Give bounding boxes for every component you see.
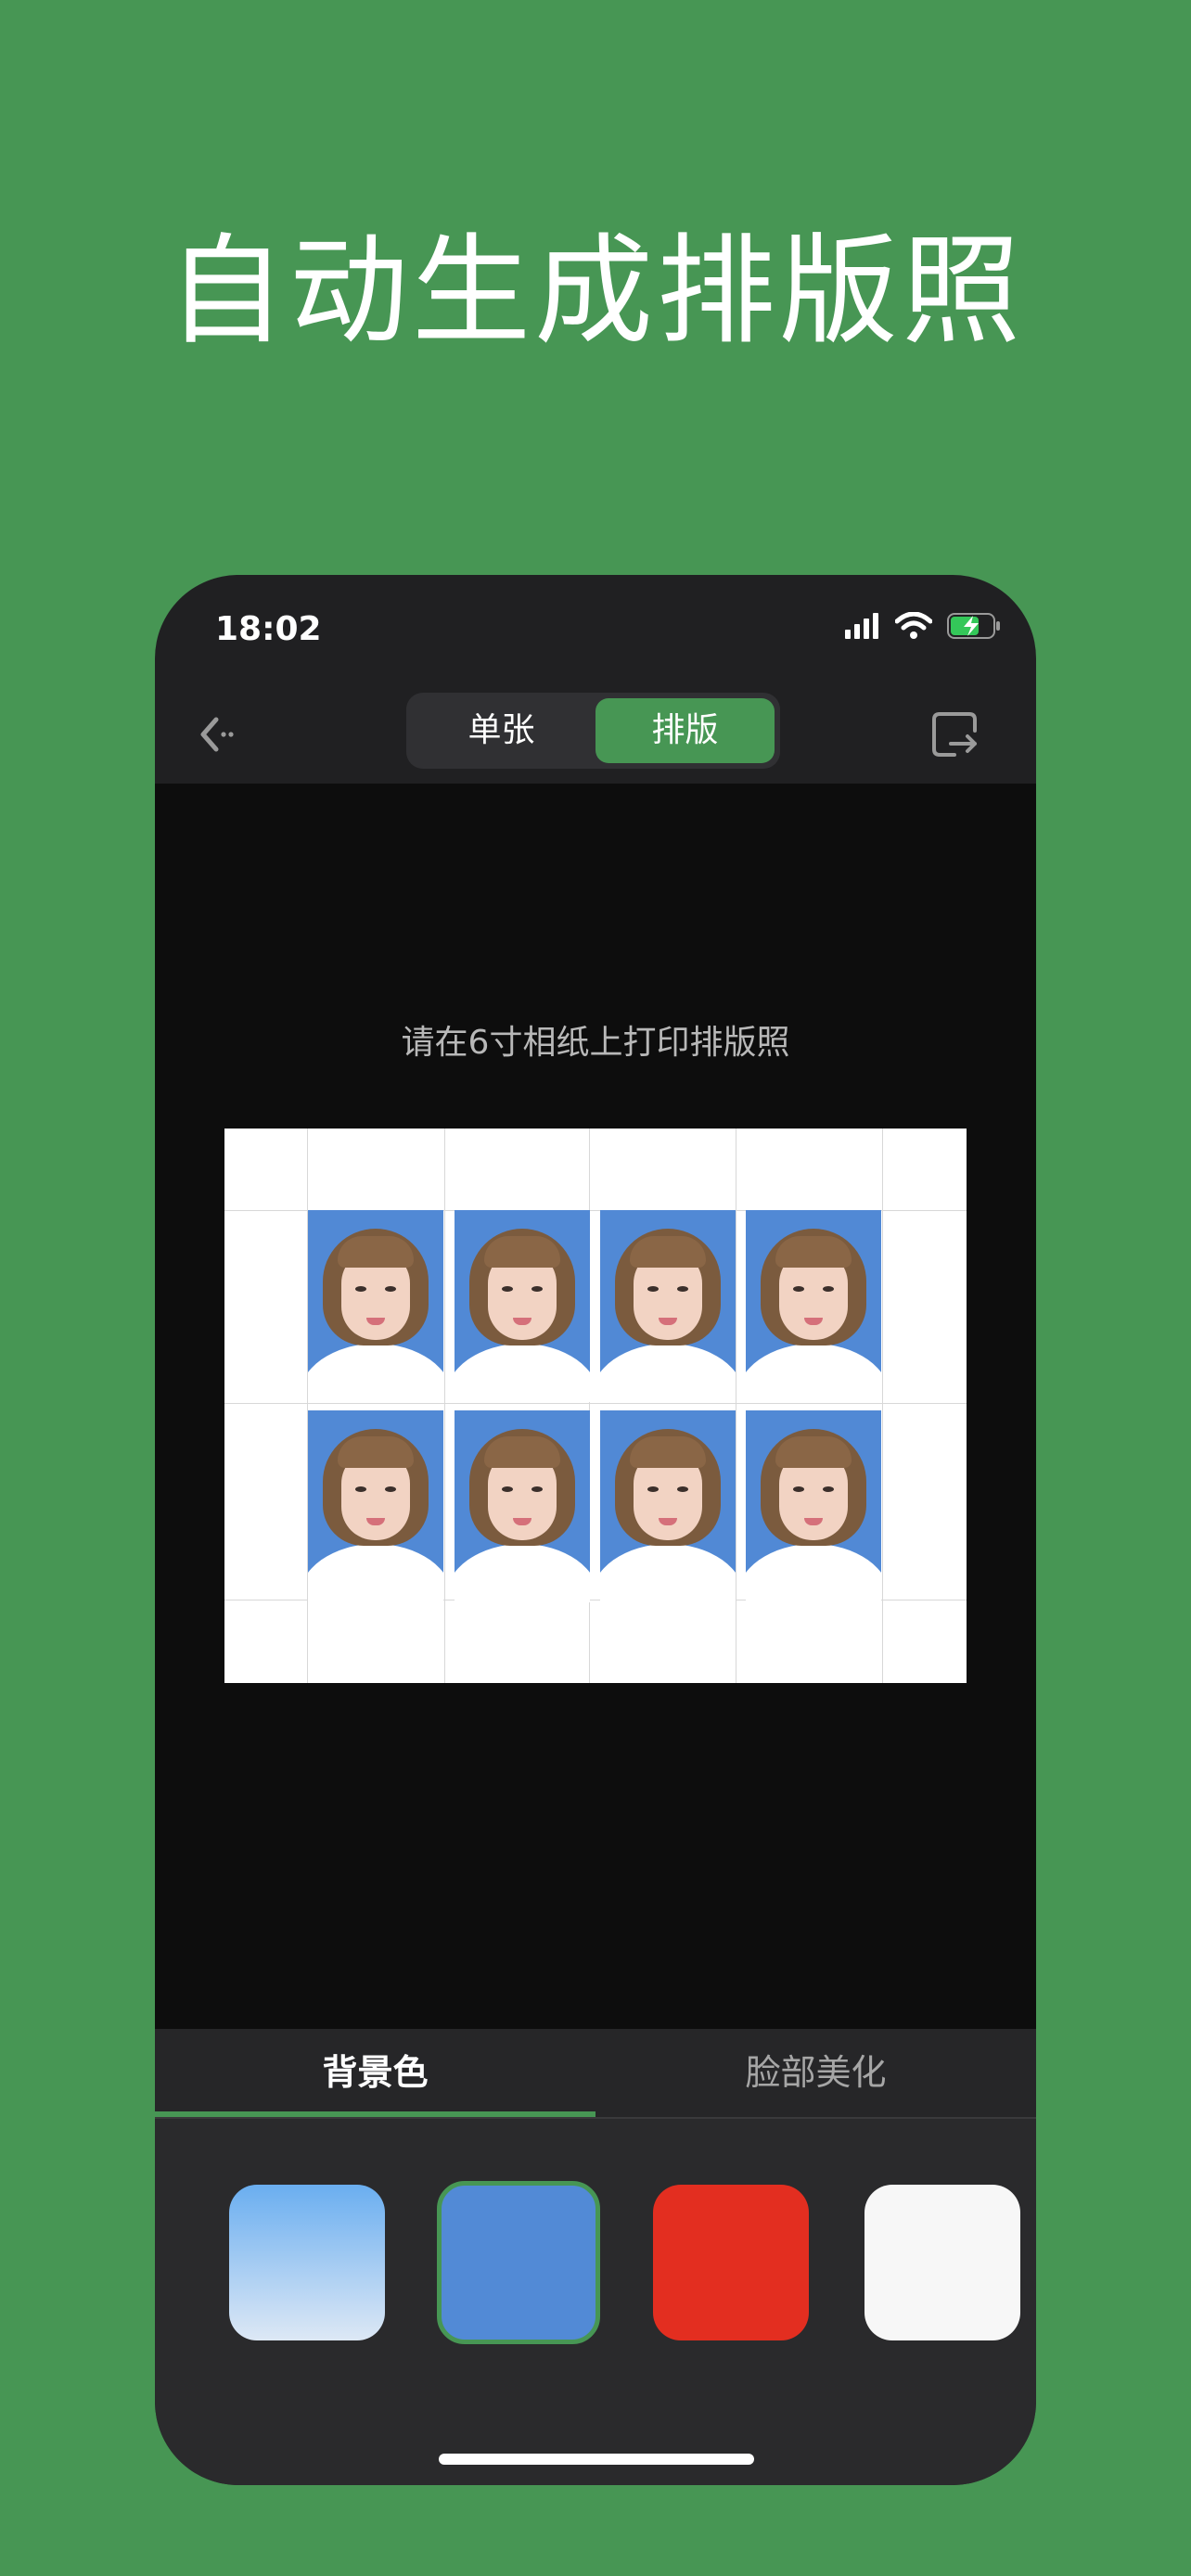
tab-face-beautify[interactable]: 脸部美化	[596, 2029, 1036, 2117]
segment-single[interactable]: 单张	[412, 698, 591, 763]
status-icons	[845, 612, 1001, 640]
cut-line	[224, 1403, 967, 1404]
tab-selected-indicator	[155, 2111, 596, 2117]
status-bar: 18:02	[155, 575, 1036, 686]
swatch-light-blue-gradient[interactable]	[229, 2185, 385, 2340]
status-time: 18:02	[215, 610, 322, 648]
mode-segmented-control: 单张 排版	[406, 693, 780, 769]
id-photo	[455, 1210, 590, 1402]
id-photo	[600, 1410, 736, 1602]
swatch-red[interactable]	[653, 2185, 809, 2340]
cellular-signal-icon	[845, 613, 878, 639]
id-photo	[746, 1410, 881, 1602]
home-indicator	[439, 2454, 754, 2465]
id-photo	[308, 1210, 443, 1402]
tab-background-color[interactable]: 背景色	[155, 2029, 596, 2117]
tab-bar: 背景色 脸部美化	[155, 2029, 1036, 2119]
swatch-blue[interactable]	[437, 2181, 600, 2344]
promo-headline: 自动生成排版照	[166, 223, 1024, 361]
print-instruction: 请在6寸相纸上打印排版照	[401, 1024, 790, 1062]
export-icon[interactable]	[927, 707, 982, 762]
preview-canvas: 请在6寸相纸上打印排版照	[155, 784, 1036, 2029]
wifi-icon	[895, 612, 932, 639]
back-arrow-icon[interactable]	[192, 707, 248, 762]
segment-layout[interactable]: 排版	[596, 698, 775, 763]
phone-frame: 18:02 单张 排版 请在6寸相纸上打印排版照 背景色 脸部美化	[155, 575, 1036, 2485]
bottom-panel: 背景色 脸部美化	[155, 2029, 1036, 2485]
print-sheet	[224, 1129, 967, 1683]
id-photo	[600, 1210, 736, 1402]
swatch-white[interactable]	[864, 2185, 1020, 2340]
battery-charging-icon	[947, 613, 1000, 639]
color-swatches	[155, 2181, 1036, 2352]
id-photo	[455, 1410, 590, 1602]
id-photo	[308, 1410, 443, 1602]
id-photo	[746, 1210, 881, 1402]
